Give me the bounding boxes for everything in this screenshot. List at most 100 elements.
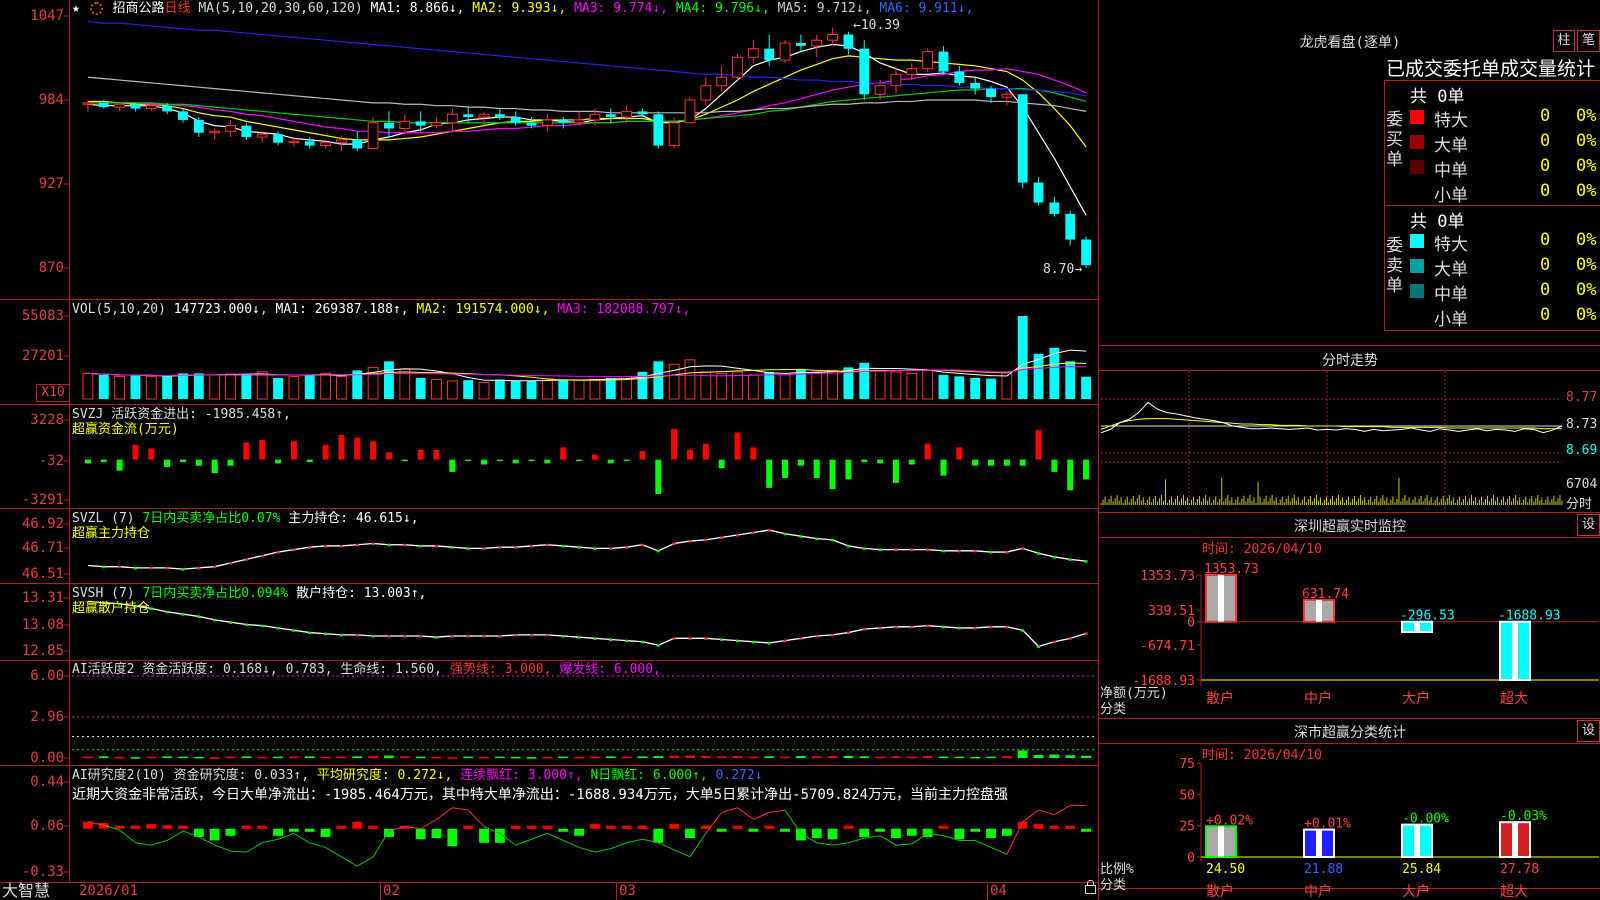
main-chart-area[interactable]: 1047 984 927 870 55083 27201 X10 3228 -3… (0, 0, 1099, 900)
research-bar (130, 825, 141, 829)
intraday-chart[interactable] (1099, 371, 1600, 512)
date-axis-label: 02 (383, 883, 400, 899)
main-position-line-tick (720, 536, 724, 539)
ma-value: 8.866↓, (409, 1, 465, 16)
volume-bar (1017, 316, 1028, 399)
main-position-line-tick (482, 547, 486, 550)
fund-flow-bar (766, 459, 773, 488)
research-line (119, 829, 136, 844)
research-bar (811, 828, 822, 839)
retail-position-line-tick (419, 635, 423, 638)
fund-flow-bar (829, 459, 836, 490)
column-view-button[interactable]: 柱 (1553, 30, 1575, 52)
research-bar (463, 825, 474, 829)
research-bar (1081, 828, 1091, 832)
fund-flow-bar (528, 459, 535, 462)
main-position-line-tick (640, 543, 644, 547)
vol-ma-value: 191574.000↓, (455, 302, 550, 317)
candle-body (859, 48, 870, 95)
retail-position-line-tick (308, 631, 312, 635)
class-settings-button[interactable]: 设 (1577, 720, 1600, 742)
volume-bar (954, 376, 965, 399)
buy-order-count: 0 (1540, 131, 1551, 151)
class-category-label: 散户 (1206, 883, 1234, 900)
indicator-charts[interactable] (0, 0, 1098, 882)
date-axis-label: 04 (990, 883, 1007, 899)
class-ratio-change: -0.00% (1402, 812, 1449, 827)
retail-position-line-tick (720, 638, 724, 641)
buy-order-row: 特大 0 0% (1410, 106, 1600, 131)
sell-order-row: 小单 0 0% (1410, 305, 1600, 330)
main-position-line-tick (276, 551, 280, 554)
research-bar (827, 828, 838, 840)
buy-order-percent: 0% (1576, 156, 1597, 176)
activity-bar (463, 756, 474, 759)
research-line (135, 842, 152, 846)
retail-position-line-tick (450, 635, 454, 638)
sz-axis-label: 1353.73 (1140, 569, 1195, 584)
period-label[interactable]: 日线 (165, 1, 191, 16)
candle-body (684, 99, 696, 124)
research-line (721, 807, 738, 813)
main-position-line-tick (831, 538, 835, 542)
brand-logo: 大智慧 (2, 881, 51, 900)
research-line (420, 818, 437, 830)
research-bar (621, 825, 632, 829)
favorite-star-icon[interactable]: ★ (72, 1, 80, 16)
research-bar (241, 825, 252, 829)
retail-position-line-tick (704, 637, 708, 640)
volume-bar (779, 374, 791, 400)
main-position-line-tick (625, 546, 629, 549)
stock-name[interactable]: 招商公路 (112, 1, 164, 16)
activity-bar (748, 756, 759, 759)
lock-icon[interactable] (1085, 880, 1096, 894)
candle-body (446, 113, 458, 124)
activity-bar (526, 757, 537, 759)
research-line (357, 856, 374, 867)
retail-position-line-tick (260, 624, 264, 628)
activity-bar (621, 756, 632, 759)
buy-order-row: 中单 0 0% (1410, 156, 1600, 181)
volume-bar (986, 378, 996, 399)
sz-category-label: 中户 (1304, 690, 1332, 707)
activity-bar (669, 755, 680, 758)
sell-order-color-swatch (1410, 284, 1424, 298)
ma-line-ma6 (87, 21, 1087, 97)
volume-bar (320, 372, 331, 400)
activity-bar (431, 756, 442, 759)
candle-body (241, 125, 252, 138)
research-line (325, 847, 342, 858)
candle-body (367, 122, 379, 149)
retail-position-line-tick (609, 638, 613, 641)
main-position-line-tick (514, 546, 518, 549)
fund-flow-bar (465, 459, 472, 462)
fund-flow-bar (84, 459, 91, 464)
volume-bar (827, 369, 838, 400)
fund-flow-bar (1003, 459, 1010, 466)
volume-ma-line (87, 366, 1087, 378)
date-axis-label: 2026/01 (79, 883, 139, 899)
fund-flow-bar (845, 459, 852, 480)
research-line (1038, 809, 1055, 816)
activity-bar (1065, 755, 1076, 758)
research-bar (653, 828, 664, 843)
candle-body (478, 113, 490, 118)
sell-order-color-swatch (1410, 234, 1424, 248)
fund-flow-bar (306, 459, 313, 463)
order-stats-title: 已成交委托单成交量统计 (1386, 58, 1596, 80)
buy-order-row: 小单 0 0% (1410, 181, 1600, 206)
settings-gear-icon[interactable] (89, 2, 103, 15)
tick-view-button[interactable]: 笔 (1577, 30, 1600, 52)
research-line (372, 830, 390, 858)
retail-position-line-tick (957, 626, 961, 630)
research-bar (637, 825, 648, 829)
buy-side-label: 委买单 (1386, 110, 1403, 170)
candle-body (716, 76, 728, 87)
sz-category-label: 散户 (1206, 690, 1234, 707)
candle-body (162, 105, 173, 112)
candle-body (320, 142, 331, 147)
fund-flow-bar (861, 459, 868, 463)
sz-settings-button[interactable]: 设 (1577, 514, 1600, 536)
candle-body (811, 39, 823, 47)
activity-bar (685, 755, 695, 758)
